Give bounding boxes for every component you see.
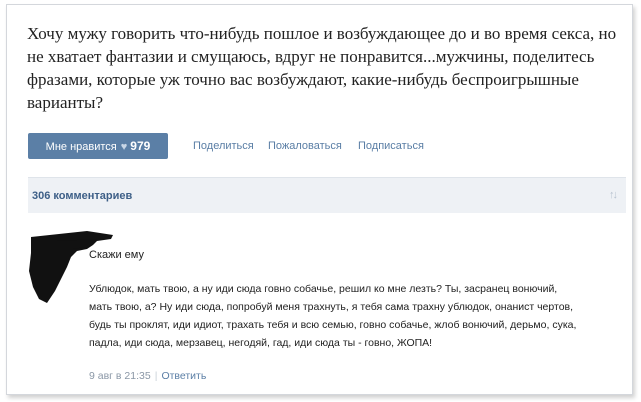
heart-icon: ♥: [120, 141, 128, 153]
share-link[interactable]: Поделиться: [193, 133, 254, 159]
post-card: Хочу мужу говорить что-нибудь пошлое и в…: [6, 4, 633, 395]
like-label: Мне нравится: [45, 141, 117, 153]
subscribe-link[interactable]: Подписаться: [358, 133, 424, 159]
sort-arrows-icon[interactable]: ↑↓: [609, 189, 618, 201]
comment-date[interactable]: 9 авг в 21:35: [89, 370, 151, 382]
comment-text: Ублюдок, мать твою, а ну иди сюда говно …: [89, 283, 577, 349]
post-text: Хочу мужу говорить что-нибудь пошлое и в…: [27, 24, 617, 112]
comments-header[interactable]: 306 комментариев ↑↓: [28, 177, 626, 213]
like-button[interactable]: Мне нравится ♥ 979: [28, 133, 168, 159]
meta-separator: |: [154, 370, 158, 382]
reply-link[interactable]: Ответить: [161, 370, 206, 382]
report-link[interactable]: Пожаловаться: [268, 133, 342, 159]
comment-meta: 9 авг в 21:35 | Ответить: [89, 370, 206, 382]
post-actions: Мне нравится ♥ 979 Поделиться Пожаловаться…: [28, 133, 628, 159]
comment-author-line: Скажи ему: [89, 249, 144, 261]
like-count: 979: [130, 139, 151, 153]
comments-count[interactable]: 306 комментариев: [32, 178, 132, 214]
